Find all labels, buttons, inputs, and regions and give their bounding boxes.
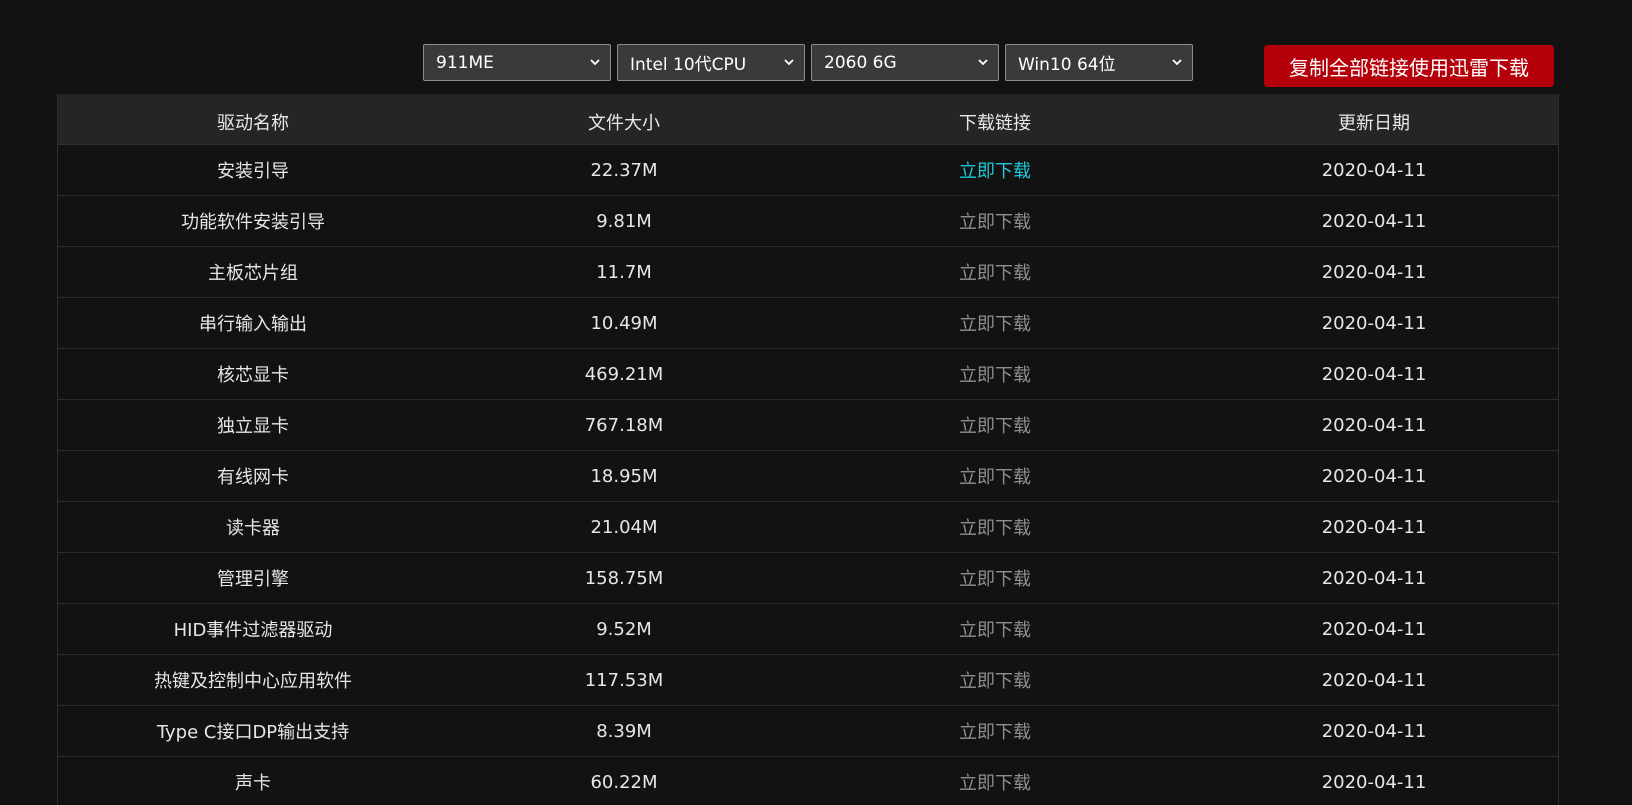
table-row: 主板芯片组 11.7M 立即下载 2020-04-11 bbox=[58, 247, 1558, 298]
gpu-select[interactable]: 2060 6G bbox=[811, 44, 999, 81]
driver-name: 热键及控制中心应用软件 bbox=[154, 671, 352, 692]
chevron-down-icon bbox=[1172, 59, 1182, 66]
update-date: 2020-04-11 bbox=[1321, 618, 1427, 640]
update-date: 2020-04-11 bbox=[1321, 159, 1427, 181]
driver-name: 读卡器 bbox=[226, 518, 280, 539]
download-link[interactable]: 立即下载 bbox=[800, 514, 1190, 540]
table-row: 有线网卡 18.95M 立即下载 2020-04-11 bbox=[58, 451, 1558, 502]
table-row: 热键及控制中心应用软件 117.53M 立即下载 2020-04-11 bbox=[58, 655, 1558, 706]
driver-name: 有线网卡 bbox=[217, 467, 289, 488]
cpu-select[interactable]: Intel 10代CPU bbox=[617, 44, 805, 81]
file-size: 9.52M bbox=[596, 618, 652, 640]
table-row: 核芯显卡 469.21M 立即下载 2020-04-11 bbox=[58, 349, 1558, 400]
table-row: 读卡器 21.04M 立即下载 2020-04-11 bbox=[58, 502, 1558, 553]
file-size: 117.53M bbox=[584, 669, 664, 691]
file-size: 18.95M bbox=[590, 465, 658, 487]
update-date: 2020-04-11 bbox=[1321, 210, 1427, 232]
driver-name: 声卡 bbox=[235, 773, 271, 794]
driver-name: HID事件过滤器驱动 bbox=[173, 620, 333, 641]
chevron-down-icon bbox=[978, 59, 988, 66]
download-link[interactable]: 立即下载 bbox=[800, 412, 1190, 438]
table-row: 串行输入输出 10.49M 立即下载 2020-04-11 bbox=[58, 298, 1558, 349]
table-row: 管理引擎 158.75M 立即下载 2020-04-11 bbox=[58, 553, 1558, 604]
table-row: 安装引导 22.37M 立即下载 2020-04-11 bbox=[58, 145, 1558, 196]
table-header: 驱动名称 文件大小 下载链接 更新日期 bbox=[58, 94, 1558, 145]
download-link[interactable]: 立即下载 bbox=[800, 463, 1190, 489]
driver-name: 独立显卡 bbox=[217, 416, 289, 437]
filter-bar: 911ME Intel 10代CPU 2060 6G Win10 64位 bbox=[423, 44, 1193, 81]
cpu-select-value: Intel 10代CPU bbox=[630, 55, 747, 75]
driver-name: 核芯显卡 bbox=[217, 365, 289, 386]
download-link[interactable]: 立即下载 bbox=[800, 259, 1190, 285]
driver-name: 主板芯片组 bbox=[208, 263, 298, 284]
update-date: 2020-04-11 bbox=[1321, 465, 1427, 487]
file-size: 9.81M bbox=[596, 210, 652, 232]
download-link[interactable]: 立即下载 bbox=[800, 157, 1190, 183]
update-date: 2020-04-11 bbox=[1321, 720, 1427, 742]
os-select-value: Win10 64位 bbox=[1018, 55, 1116, 75]
update-date: 2020-04-11 bbox=[1321, 567, 1427, 589]
table-row: 功能软件安装引导 9.81M 立即下载 2020-04-11 bbox=[58, 196, 1558, 247]
table-row: HID事件过滤器驱动 9.52M 立即下载 2020-04-11 bbox=[58, 604, 1558, 655]
file-size: 10.49M bbox=[590, 312, 658, 334]
copy-all-links-button[interactable]: 复制全部链接使用迅雷下载 bbox=[1264, 45, 1554, 87]
header-download-link: 下载链接 bbox=[959, 113, 1031, 134]
driver-name: 功能软件安装引导 bbox=[181, 212, 325, 233]
download-link[interactable]: 立即下载 bbox=[800, 565, 1190, 591]
file-size: 767.18M bbox=[584, 414, 664, 436]
file-size: 11.7M bbox=[596, 261, 652, 283]
file-size: 60.22M bbox=[590, 771, 658, 793]
download-link[interactable]: 立即下载 bbox=[800, 361, 1190, 387]
table-row: 声卡 60.22M 立即下载 2020-04-11 bbox=[58, 757, 1558, 805]
file-size: 469.21M bbox=[584, 363, 664, 385]
table-row: Type C接口DP输出支持 8.39M 立即下载 2020-04-11 bbox=[58, 706, 1558, 757]
gpu-select-value: 2060 6G bbox=[824, 52, 897, 73]
header-driver-name: 驱动名称 bbox=[217, 113, 289, 134]
file-size: 8.39M bbox=[596, 720, 652, 742]
update-date: 2020-04-11 bbox=[1321, 312, 1427, 334]
driver-download-page: 911ME Intel 10代CPU 2060 6G Win10 64位 复制全… bbox=[0, 0, 1632, 805]
driver-name: 串行输入输出 bbox=[199, 314, 307, 335]
driver-name: 安装引导 bbox=[217, 161, 289, 182]
update-date: 2020-04-11 bbox=[1321, 771, 1427, 793]
model-select-value: 911ME bbox=[436, 52, 494, 73]
chevron-down-icon bbox=[784, 59, 794, 66]
update-date: 2020-04-11 bbox=[1321, 363, 1427, 385]
driver-table: 驱动名称 文件大小 下载链接 更新日期 安装引导 22.37M 立即下载 202… bbox=[57, 94, 1559, 805]
driver-name: 管理引擎 bbox=[217, 569, 289, 590]
download-link[interactable]: 立即下载 bbox=[800, 718, 1190, 744]
update-date: 2020-04-11 bbox=[1321, 261, 1427, 283]
update-date: 2020-04-11 bbox=[1321, 414, 1427, 436]
chevron-down-icon bbox=[590, 59, 600, 66]
update-date: 2020-04-11 bbox=[1321, 669, 1427, 691]
driver-name: Type C接口DP输出支持 bbox=[156, 722, 350, 743]
file-size: 22.37M bbox=[590, 159, 658, 181]
header-update-date: 更新日期 bbox=[1338, 113, 1410, 134]
os-select[interactable]: Win10 64位 bbox=[1005, 44, 1193, 81]
file-size: 21.04M bbox=[590, 516, 658, 538]
header-file-size: 文件大小 bbox=[588, 113, 660, 134]
download-link[interactable]: 立即下载 bbox=[800, 310, 1190, 336]
file-size: 158.75M bbox=[584, 567, 664, 589]
table-row: 独立显卡 767.18M 立即下载 2020-04-11 bbox=[58, 400, 1558, 451]
download-link[interactable]: 立即下载 bbox=[800, 769, 1190, 795]
model-select[interactable]: 911ME bbox=[423, 44, 611, 81]
download-link[interactable]: 立即下载 bbox=[800, 208, 1190, 234]
update-date: 2020-04-11 bbox=[1321, 516, 1427, 538]
download-link[interactable]: 立即下载 bbox=[800, 616, 1190, 642]
download-link[interactable]: 立即下载 bbox=[800, 667, 1190, 693]
